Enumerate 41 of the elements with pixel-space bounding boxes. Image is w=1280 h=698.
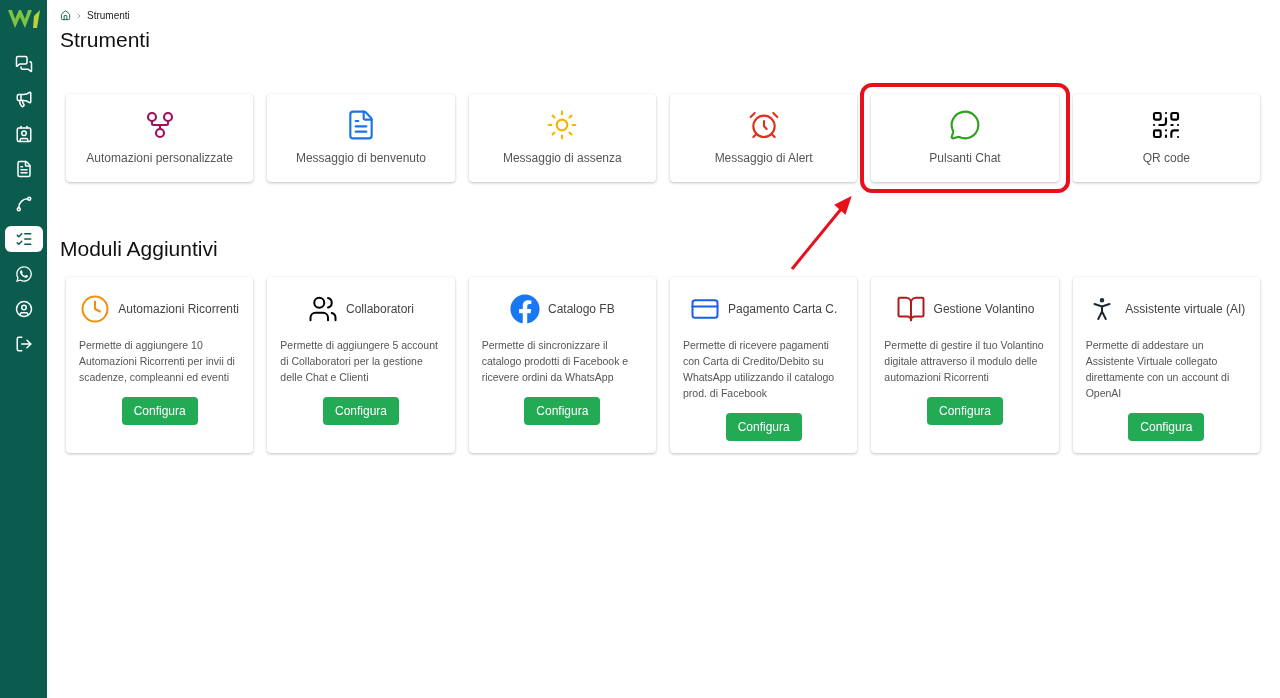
tool-card[interactable]: Messaggio di benvenuto (267, 94, 455, 182)
module-description: Permette di addestare un Assistente Virtuale collegato direttamente con un account di OpenAI (1085, 338, 1231, 401)
open-book-icon (895, 294, 926, 324)
module-title: Gestione Volantino (933, 301, 1035, 318)
whatsapp-icon (14, 265, 33, 283)
facebook-icon (509, 294, 540, 324)
home-icon (60, 10, 71, 21)
breadcrumb-link[interactable]: Strumenti (87, 8, 130, 23)
tool-card[interactable]: Messaggio di Alert (670, 94, 858, 182)
clock-icon (80, 294, 111, 324)
module-title: Pagamento Carta C. (727, 301, 838, 318)
document-icon (14, 160, 33, 178)
tool-card[interactable]: Messaggio di assenza (468, 94, 656, 182)
module-description: Permette di aggiungere 5 account di Collaboratori per la gestione delle Chat e Clienti (280, 338, 439, 385)
sun-icon (546, 109, 579, 141)
checklist-icon (14, 230, 33, 248)
module-title: Collaboratori (345, 301, 414, 318)
module-description: Permette di sincronizzare il catalogo prodotti di Facebook e ricevere ordini da WhatsApp (481, 338, 630, 385)
logout-icon (14, 335, 33, 353)
megaphone-icon (14, 90, 33, 108)
module-description: Permette di ricevere pagamenti con Carta di Credito/Debito su WhatsApp utilizzando il catalogo prod. di Facebook (683, 338, 836, 401)
users-icon (307, 294, 338, 324)
logo-icon (6, 8, 41, 30)
contact-book-icon (14, 125, 33, 143)
page-title: Strumenti (60, 29, 151, 50)
chat-bubble-icon (949, 109, 981, 141)
chevron-icon (75, 11, 83, 20)
nodes-icon (14, 195, 33, 213)
module-title: Assistente virtuale (AI) (1125, 301, 1246, 318)
tool-card[interactable]: Automazioni personalizzate (66, 94, 254, 182)
user-circle-icon (14, 300, 33, 318)
tool-card[interactable]: Pulsanti Chat (871, 94, 1059, 182)
module-description: Permette di aggiungere 10 Automazioni Ricorrenti per invii di scadenze, compleanni ed eventi (79, 338, 236, 385)
sidebar-item[interactable] (4, 226, 43, 252)
module-title: Automazioni Ricorrenti (118, 301, 239, 318)
alarm-clock-icon (747, 109, 780, 141)
module-description: Permette di gestire il tuo Volantino digitale attraverso il modulo delle automazioni Ricorrenti (884, 338, 1045, 385)
section-title: Moduli Aggiuntivi (60, 238, 219, 259)
chat-bubbles-icon (14, 55, 33, 73)
tool-card[interactable]: QR code (1072, 94, 1260, 182)
module-title: Catalogo FB (547, 301, 615, 318)
